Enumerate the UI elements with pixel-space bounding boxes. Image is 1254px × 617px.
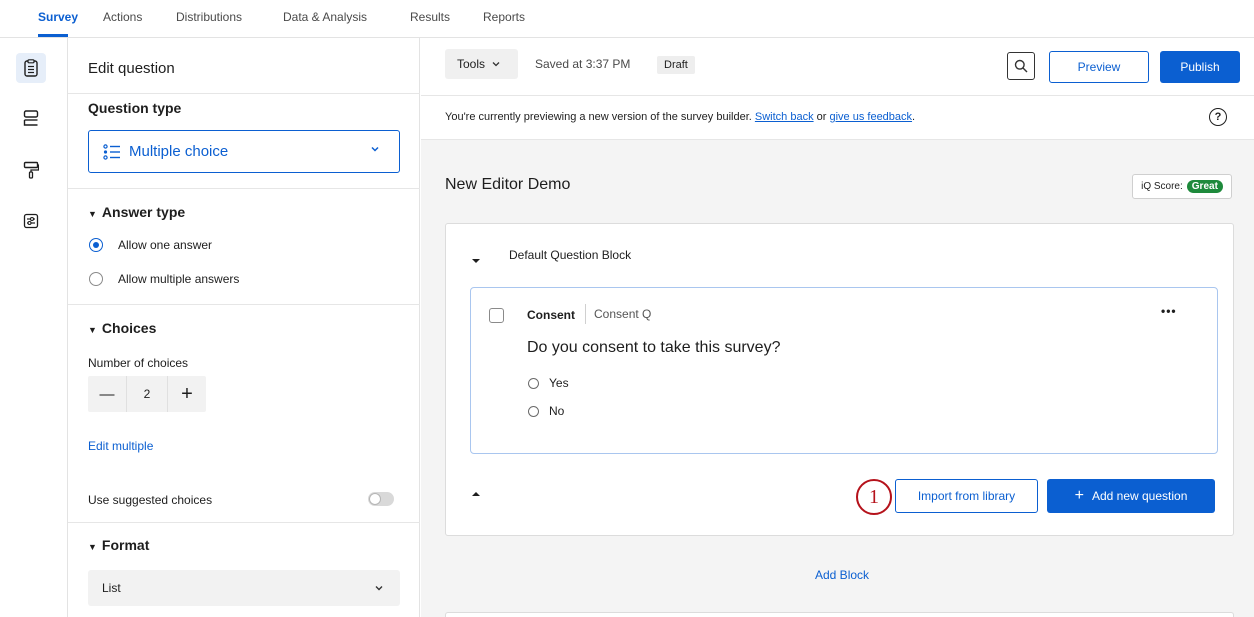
question-block: Default Question Block Consent Consent Q… (445, 223, 1234, 536)
tab-actions[interactable]: Actions (103, 10, 142, 24)
question-type-select[interactable]: Multiple choice (88, 130, 400, 173)
notice-or: or (816, 111, 827, 123)
blocks-icon[interactable] (16, 103, 46, 133)
suggested-choices-label: Use suggested choices (88, 493, 213, 507)
survey-canvas: Tools Saved at 3:37 PM Draft Preview Pub… (421, 38, 1254, 617)
chevron-down-icon (373, 582, 385, 597)
tab-results[interactable]: Results (410, 10, 450, 24)
question-select-checkbox[interactable] (489, 308, 504, 323)
tab-survey[interactable]: Survey (38, 10, 78, 24)
choice-count[interactable]: 2 (126, 376, 168, 412)
notice-message: You're currently previewing a new versio… (445, 111, 915, 123)
help-icon[interactable]: ? (1209, 108, 1227, 126)
radio-allow-one[interactable] (89, 238, 103, 252)
tab-reports[interactable]: Reports (483, 10, 525, 24)
question-card[interactable]: Consent Consent Q ••• Do you consent to … (470, 287, 1218, 454)
builder-notice: You're currently previewing a new versio… (421, 96, 1254, 140)
notice-end: . (912, 111, 916, 123)
format-title: Format (101, 537, 150, 553)
notice-text: You're currently previewing a new versio… (445, 111, 752, 123)
id-separator (585, 304, 586, 324)
radio-allow-multiple[interactable] (89, 272, 103, 286)
toolbar: Tools Saved at 3:37 PM Draft Preview Pub… (421, 38, 1254, 96)
question-text[interactable]: Do you consent to take this survey? (527, 339, 780, 357)
preview-button[interactable]: Preview (1049, 51, 1149, 83)
switch-back-link[interactable]: Switch back (755, 111, 814, 123)
collapse-up-icon[interactable] (471, 486, 481, 501)
callout-marker: 1 (856, 479, 892, 515)
search-button[interactable] (1007, 52, 1035, 80)
question-type-label: Question type (88, 100, 182, 116)
plus-icon: + (1074, 487, 1084, 504)
choices-title: Choices (101, 320, 157, 336)
add-block-link[interactable]: Add Block (815, 568, 869, 582)
active-tab-indicator (38, 34, 68, 37)
caret-down-icon: ▼ (88, 325, 97, 335)
choice-radio-yes[interactable] (528, 378, 539, 389)
format-header[interactable]: ▼ Format (88, 537, 149, 553)
multiple-choice-icon (103, 144, 121, 163)
choice-radio-no[interactable] (528, 406, 539, 417)
feedback-link[interactable]: give us feedback (829, 111, 912, 123)
chevron-down-icon (369, 143, 381, 158)
panel-heading: Edit question (88, 60, 175, 77)
search-icon (1014, 59, 1028, 73)
edit-question-panel: Edit question Question type Multiple cho… (68, 38, 420, 617)
iq-score-badge: Great (1186, 180, 1223, 193)
format-select[interactable]: List (88, 570, 400, 606)
tools-label: Tools (457, 57, 486, 71)
chevron-down-icon (492, 62, 500, 67)
answer-type-title: Answer type (101, 204, 186, 220)
icon-rail (0, 38, 68, 617)
top-nav: Survey Actions Distributions Data & Anal… (0, 0, 1254, 38)
choice-no[interactable]: No (549, 404, 564, 418)
allow-one-label: Allow one answer (118, 238, 213, 252)
draft-badge: Draft (657, 56, 695, 74)
import-from-library-button[interactable]: Import from library (895, 479, 1038, 513)
divider (68, 304, 420, 305)
survey-icon[interactable] (16, 53, 46, 83)
divider (68, 93, 420, 94)
divider (68, 188, 420, 189)
increment-button[interactable]: + (168, 376, 206, 412)
block-title[interactable]: Default Question Block (509, 248, 631, 262)
answer-type-header[interactable]: ▼ Answer type (88, 204, 185, 220)
format-value: List (102, 581, 121, 595)
tab-distributions[interactable]: Distributions (176, 10, 242, 24)
iq-score-button[interactable]: iQ Score: Great (1132, 174, 1232, 199)
saved-status: Saved at 3:37 PM (535, 57, 631, 71)
add-new-question-button[interactable]: + Add new question (1047, 479, 1215, 513)
publish-button[interactable]: Publish (1160, 51, 1240, 83)
number-of-choices-stepper: — 2 + (88, 376, 206, 412)
allow-multiple-label: Allow multiple answers (118, 272, 240, 286)
iq-score-label: iQ Score: (1141, 181, 1183, 192)
question-type-value: Multiple choice (129, 143, 229, 160)
caret-down-icon: ▼ (88, 542, 97, 552)
choice-yes[interactable]: Yes (549, 376, 569, 390)
choices-header[interactable]: ▼ Choices (88, 320, 156, 336)
look-and-feel-icon[interactable] (16, 155, 46, 185)
caret-down-icon: ▼ (88, 209, 97, 219)
suggested-choices-toggle[interactable] (368, 492, 394, 506)
question-id: Consent (527, 308, 575, 322)
edit-multiple-link[interactable]: Edit multiple (88, 439, 153, 453)
divider (68, 522, 420, 523)
number-of-choices-label: Number of choices (88, 356, 189, 370)
add-new-question-label: Add new question (1091, 489, 1188, 503)
collapse-block-icon[interactable] (471, 253, 481, 268)
options-icon[interactable] (16, 206, 46, 236)
tools-button[interactable]: Tools (445, 49, 518, 79)
next-block (445, 612, 1234, 617)
survey-title[interactable]: New Editor Demo (445, 176, 570, 194)
more-options-icon[interactable]: ••• (1161, 304, 1177, 318)
question-label: Consent Q (594, 307, 652, 321)
tab-data-analysis[interactable]: Data & Analysis (283, 10, 367, 24)
decrement-button[interactable]: — (88, 376, 126, 412)
